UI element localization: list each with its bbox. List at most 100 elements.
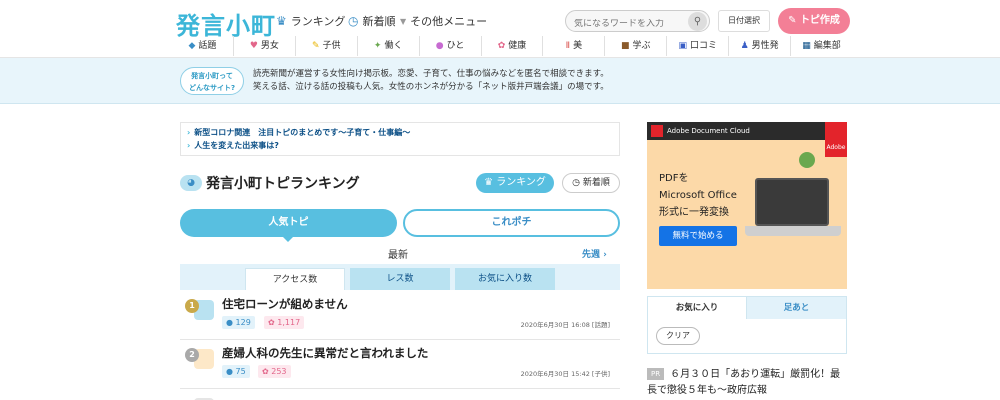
search-icon[interactable]: ⚲ [688, 12, 707, 31]
about-text-line2: 笑える話、泣ける話の投稿も人気。女性のホンネが分かる「ネット版井戸端会議」の場で… [253, 82, 609, 92]
nav-ranking[interactable]: ♛ ランキング [276, 13, 345, 29]
ranking-row-partial[interactable] [180, 390, 620, 400]
topic-date: 2020年6月30日 15:42 [520, 370, 590, 378]
category-label: ひと [446, 41, 465, 51]
category-men[interactable]: ♟ 男性発 [729, 36, 792, 56]
new-button-label: 新着順 [582, 178, 610, 188]
talk-icon: ◆ [188, 41, 196, 51]
res-count: ● 75 [222, 365, 250, 378]
category-work[interactable]: ✦ 働く [358, 36, 420, 56]
crown-icon: ♛ [276, 14, 287, 28]
subtab-access[interactable]: アクセス数 [245, 268, 345, 290]
pencil-icon: ✎ [311, 41, 320, 51]
tab-popular[interactable]: 人気トピ [180, 209, 397, 242]
subtab-res[interactable]: レス数 [350, 268, 450, 290]
adobe-logo-icon [651, 125, 663, 137]
adobe-ad[interactable]: Adobe Document Cloud Adobe PDFを Microsof… [647, 122, 847, 289]
category-editor[interactable]: ▦ 編集部 [791, 36, 852, 56]
date-select-label: 日付選択 [728, 16, 760, 25]
ad-headline-line: Microsoft Office [659, 190, 737, 201]
chevron-right-icon: › [187, 141, 191, 150]
notice-box: › 新型コロナ関連 注目トピのまとめです～子育て・仕事編～ › 人生を変えた出来事は… [180, 122, 620, 156]
period-label: 最新 [388, 250, 408, 261]
comment-icon: ● [226, 367, 233, 376]
beauty-icon: Ⅱ [565, 41, 571, 51]
search-input[interactable] [574, 19, 684, 29]
tab-footprints[interactable]: 足あと [747, 297, 846, 319]
work-icon: ✦ [373, 41, 382, 51]
category-health[interactable]: ✿ 健康 [482, 36, 544, 56]
category-label: 働く [384, 41, 403, 51]
clock-icon: ◷ [572, 178, 580, 188]
tab-favorites[interactable]: お気に入り [648, 297, 747, 319]
ad-headline-line: PDFを [659, 173, 689, 184]
topic-category: [子供] [591, 370, 610, 378]
ranking-row[interactable]: 1 住宅ローンが組めません ● 129 ✿ 1,117 2020年6月30日 1… [180, 292, 620, 340]
category-label: 男性発 [751, 41, 779, 51]
comment-icon: ● [226, 318, 233, 327]
category-people[interactable]: ● ひと [420, 36, 482, 56]
editor-icon: ▦ [802, 41, 811, 51]
ad-headline-line: 形式に一発変換 [659, 207, 729, 218]
category-review[interactable]: ▣ 口コミ [667, 36, 730, 56]
topic-category: [話題] [591, 321, 610, 329]
ranking-row[interactable]: 2 産婦人科の先生に異常だと言われました ● 75 ✿ 253 2020年6月3… [180, 341, 620, 389]
pencil-icon: ✎ [788, 15, 797, 26]
prev-week-label: 先週 [582, 250, 601, 260]
search-box: ⚲ [565, 10, 710, 32]
prev-week-link[interactable]: 先週 › [582, 247, 607, 260]
person-icon: ● [435, 41, 444, 51]
chevron-down-icon: ▼ [400, 16, 407, 26]
category-nav: ◆ 話題 ♥ 男女 ✎ 子供 ✦ 働く ● ひと ✿ 健康 Ⅱ美 ■ 学ぶ ▣ 口コミ ♟ 男性発… [172, 36, 852, 56]
about-badge-line2: どんなサイト? [188, 84, 236, 92]
notice-text: 人生を変えた出来事は? [194, 141, 279, 150]
nav-other-label: その他メニュー [410, 15, 488, 28]
ad-corner: Adobe [825, 122, 847, 157]
category-label: 子供 [322, 41, 341, 51]
fav-count: ✿ 1,117 [264, 316, 305, 329]
topic-title[interactable]: 住宅ローンが組めません [222, 296, 348, 312]
nav-new[interactable]: ◷ 新着順 [348, 13, 395, 29]
about-text-line1: 読売新聞が運営する女性向け掲示板。恋愛、子育て、仕事の悩みなどを匿名で相談できま… [253, 69, 609, 79]
category-learn[interactable]: ■ 学ぶ [605, 36, 668, 56]
ranking-button[interactable]: ♛ ランキング [476, 173, 554, 193]
about-banner: 発言小町って どんなサイト? 読売新聞が運営する女性向け掲示板。恋愛、子育て、仕… [0, 58, 1000, 104]
heart-icon: ✿ [268, 318, 275, 327]
category-talk[interactable]: ◆ 話題 [172, 36, 234, 56]
category-love[interactable]: ♥ 男女 [234, 36, 296, 56]
notice-link[interactable]: › 人生を変えた出来事は? [187, 139, 613, 152]
about-text: 読売新聞が運営する女性向け掲示板。恋愛、子育て、仕事の悩みなどを匿名で相談できま… [253, 68, 653, 94]
favorites-panel: お気に入り 足あと クリア [647, 296, 847, 354]
ad-brand: Adobe Document Cloud [667, 127, 750, 135]
heart-icon: ✿ [262, 367, 269, 376]
pr-item[interactable]: PR ６月３０日「あおり運転」厳罰化！最長で懲役５年も～政府広報 [647, 367, 847, 399]
site-header: 発言小町 ♛ ランキング ◷ 新着順 ▼ その他メニュー ⚲ 日付選択 ✎ トピ… [0, 0, 1000, 58]
man-icon: ♟ [740, 41, 749, 51]
nav-new-label: 新着順 [362, 15, 396, 28]
topic-title[interactable]: 産婦人科の先生に異常だと言われました [222, 345, 428, 361]
notice-text: 新型コロナ関連 注目トピのまとめです～子育て・仕事編～ [194, 128, 411, 137]
category-label: 健康 [508, 41, 527, 51]
subtab-fav[interactable]: お気に入り数 [455, 268, 555, 290]
ranking-title: 発言小町トピランキング [206, 176, 360, 192]
fav-count: ✿ 253 [258, 365, 291, 378]
category-kids[interactable]: ✎ 子供 [296, 36, 358, 56]
heart-icon: ♥ [249, 41, 258, 51]
create-topic-button[interactable]: ✎ トピ作成 [778, 8, 850, 34]
date-select-button[interactable]: 日付選択 [718, 10, 770, 32]
create-topic-label: トピ作成 [799, 15, 840, 26]
tab-kore[interactable]: これポチ [403, 209, 620, 237]
crown-icon: ♛ [484, 177, 494, 188]
fav-count-value: 253 [271, 367, 287, 376]
clock-icon: ◷ [348, 14, 359, 28]
new-button[interactable]: ◷ 新着順 [562, 173, 620, 193]
ad-cta-button[interactable]: 無料で始める [659, 226, 737, 246]
nav-other-menu[interactable]: ▼ その他メニュー [400, 13, 487, 29]
notice-link[interactable]: › 新型コロナ関連 注目トピのまとめです～子育て・仕事編～ [187, 126, 613, 139]
category-label: 男女 [260, 41, 279, 51]
about-badge[interactable]: 発言小町って どんなサイト? [180, 67, 244, 95]
category-beauty[interactable]: Ⅱ美 [543, 36, 606, 56]
category-label: 学ぶ [632, 41, 651, 51]
clear-button[interactable]: クリア [656, 327, 700, 345]
res-count-value: 129 [235, 318, 251, 327]
